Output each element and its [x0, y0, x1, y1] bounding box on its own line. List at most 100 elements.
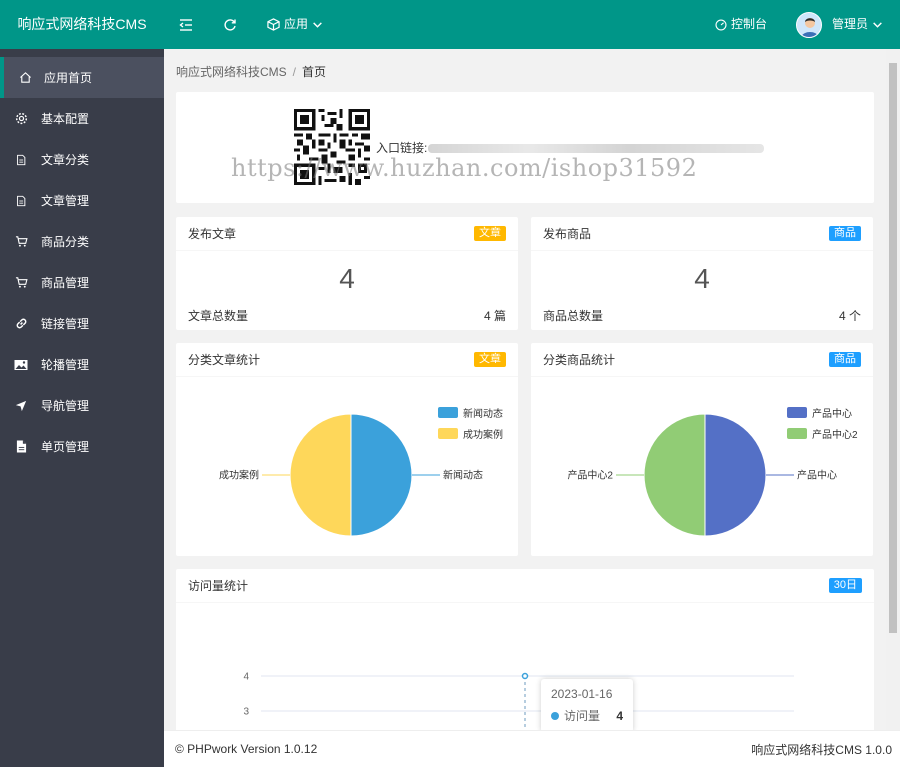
sidebar-item-product-manage[interactable]: 商品管理 [0, 262, 164, 303]
main-content: 响应式网络科技CMS / 首页 入口链接: https://www.huzhan.c… [164, 49, 886, 730]
pie-slice[interactable] [289, 413, 352, 537]
legend-swatch [438, 407, 458, 418]
top-header: 响应式网络科技CMS 应用 控制台 管理员 [0, 0, 900, 49]
legend-item[interactable]: 新闻动态 [438, 405, 503, 420]
pie-slice[interactable] [350, 413, 413, 537]
legend-swatch [787, 407, 807, 418]
console-label: 控制台 [731, 17, 768, 31]
app-logo-title[interactable]: 响应式网络科技CMS [0, 0, 164, 49]
article-count-big: 4 [339, 263, 355, 294]
cart-icon [14, 235, 28, 249]
footer-version: © PHPwork Version 1.0.12 [175, 742, 318, 756]
apps-menu-button[interactable]: 应用 [267, 0, 323, 49]
legend-swatch [438, 428, 458, 439]
card-title: 发布商品 [543, 227, 592, 241]
sidebar-item-label: 链接管理 [41, 317, 90, 331]
product-stat-card: 发布商品 商品 4 商品总数量 4 个 [531, 217, 873, 330]
product-count-big: 4 [694, 263, 710, 294]
user-menu[interactable]: 管理员 [796, 0, 883, 49]
pie-label: 新闻动态 [443, 469, 483, 482]
avatar [796, 11, 822, 38]
article-stat-card: 发布文章 文章 4 文章总数量 4 篇 [176, 217, 518, 330]
chevron-down-icon [873, 22, 882, 28]
dashboard-icon [715, 18, 727, 31]
sidebar-item-link-manage[interactable]: 链接管理 [0, 303, 164, 344]
sidebar-item-basic-config[interactable]: 基本配置 [0, 98, 164, 139]
product-total-label: 商品总数量 [543, 309, 604, 323]
home-icon [18, 71, 32, 85]
gear-icon [14, 112, 28, 126]
card-title: 分类商品统计 [543, 353, 616, 367]
sidebar-item-article-category[interactable]: 文章分类 [0, 139, 164, 180]
sidebar: 应用首页 基本配置 文章分类 文章管理 商品分类 商品管理 链接管理 轮播管理 … [0, 49, 164, 767]
scrollbar-thumb[interactable] [889, 63, 897, 633]
article-category-chart-card: 分类文章统计 文章 新闻动态 成功案例 新闻动态 成功案例 [176, 343, 518, 556]
refresh-icon [224, 18, 236, 31]
article-total-value: 4 篇 [483, 309, 506, 323]
document-icon [14, 194, 28, 208]
breadcrumb-root[interactable]: 响应式网络科技CMS [176, 65, 287, 79]
qr-entry-card: 入口链接: https://www.huzhan.com/ishop31592 [176, 92, 874, 203]
card-title: 分类文章统计 [188, 353, 261, 367]
tooltip-value: 4 [616, 708, 623, 723]
product-total-value: 4 个 [838, 309, 861, 323]
visits-chart-card: 访问量统计30日 432 2023-01-16 访问量 4 [176, 569, 874, 730]
article-badge: 文章 [474, 352, 506, 367]
article-total-label: 文章总数量 [188, 309, 249, 323]
legend-swatch [787, 428, 807, 439]
main-scrollbar[interactable] [886, 49, 900, 730]
card-title: 发布文章 [188, 227, 237, 241]
sidebar-item-nav-manage[interactable]: 导航管理 [0, 385, 164, 426]
legend-item[interactable]: 产品中心 [787, 405, 858, 420]
sidebar-item-label: 轮播管理 [41, 358, 90, 372]
article-pie-legend: 新闻动态 成功案例 [438, 405, 503, 441]
sidebar-item-product-category[interactable]: 商品分类 [0, 221, 164, 262]
sidebar-item-carousel-manage[interactable]: 轮播管理 [0, 344, 164, 385]
y-tick-label: 3 [243, 707, 249, 718]
card-title: 访问量统计 [188, 579, 249, 593]
legend-item[interactable]: 产品中心2 [787, 426, 858, 441]
sidebar-toggle-button[interactable] [179, 0, 193, 49]
user-avatar-icon [797, 12, 821, 37]
sidebar-item-home[interactable]: 应用首页 [0, 57, 164, 98]
apps-menu-label: 应用 [284, 17, 309, 31]
product-badge: 商品 [829, 352, 861, 367]
footer-product: 响应式网络科技CMS 1.0.0 [751, 742, 892, 757]
pie-slice[interactable] [643, 413, 706, 537]
entry-link-value-redacted[interactable] [428, 144, 764, 153]
footer: © PHPwork Version 1.0.12 响应式网络科技CMS 1.0.… [164, 730, 900, 767]
chart-tooltip: 2023-01-16 访问量 4 [541, 679, 633, 730]
refresh-button[interactable] [223, 0, 237, 49]
sidebar-item-label: 文章管理 [41, 194, 90, 208]
article-badge: 文章 [474, 226, 506, 241]
pie-label: 成功案例 [219, 469, 259, 482]
pie-label: 产品中心 [797, 469, 837, 482]
sidebar-item-single-page[interactable]: 单页管理 [0, 426, 164, 467]
sidebar-item-label: 文章分类 [41, 153, 90, 167]
pie-label: 产品中心2 [567, 469, 613, 482]
sidebar-item-label: 导航管理 [41, 399, 90, 413]
y-tick-label: 4 [243, 672, 249, 683]
pie-slice[interactable] [704, 413, 767, 537]
chevron-down-icon [313, 22, 322, 28]
tooltip-series-dot [551, 711, 559, 720]
product-category-chart-card: 分类商品统计 商品 产品中心 产品中心2 产品中心 产品中心2 [531, 343, 873, 556]
watermark-text: https://www.huzhan.com/ishop31592 [231, 154, 698, 182]
sidebar-item-label: 商品管理 [41, 276, 90, 290]
file-icon [14, 440, 28, 454]
legend-label: 产品中心 [812, 409, 852, 420]
legend-label: 新闻动态 [463, 409, 503, 420]
article-pie-chart: 新闻动态 成功案例 [219, 413, 483, 537]
visits-line-chart: 432 [243, 672, 794, 730]
menu-fold-icon [179, 18, 192, 31]
breadcrumb-current: 首页 [302, 65, 327, 79]
tooltip-date: 2023-01-16 [551, 687, 613, 701]
sidebar-item-article-manage[interactable]: 文章管理 [0, 180, 164, 221]
legend-item[interactable]: 成功案例 [438, 426, 503, 441]
console-link[interactable]: 控制台 [715, 0, 767, 49]
visits-range-badge[interactable]: 30日 [828, 578, 862, 593]
link-icon [14, 317, 28, 331]
navigation-icon [14, 399, 28, 413]
product-badge: 商品 [829, 226, 861, 241]
data-point[interactable] [521, 672, 529, 680]
